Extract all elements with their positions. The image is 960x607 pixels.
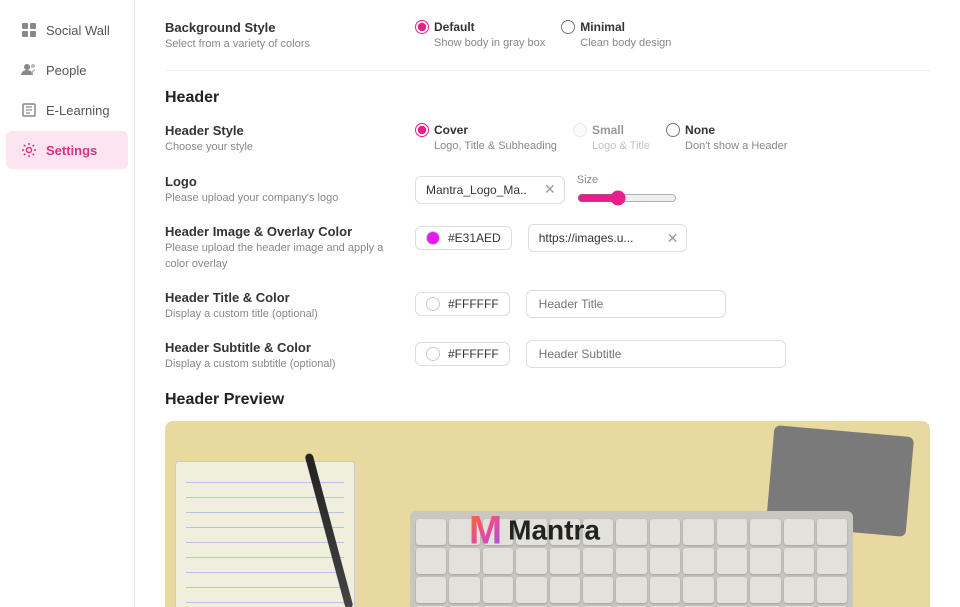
radio-cover-input[interactable] xyxy=(415,123,429,137)
sidebar-item-settings[interactable]: Settings xyxy=(6,131,128,169)
header-style-label-col: Header Style Choose your style xyxy=(165,123,395,155)
preview-logo-area: M Mantra xyxy=(469,508,600,553)
radio-small-input[interactable] xyxy=(573,123,587,137)
radio-none-desc: Don't show a Header xyxy=(666,140,787,152)
logo-row: Logo Please upload your company's logo ✕… xyxy=(165,174,930,206)
divider-1 xyxy=(165,70,930,71)
subtitle-color-text: #FFFFFF xyxy=(448,347,499,361)
radio-minimal-input[interactable] xyxy=(561,20,575,34)
logo-filename-input[interactable]: ✕ xyxy=(415,176,565,204)
header-preview-section: Header Preview xyxy=(165,391,930,607)
main-content: Background Style Select from a variety o… xyxy=(135,0,960,607)
header-image-label: Header Image & Overlay Color xyxy=(165,224,395,239)
radio-small[interactable]: Small Logo & Title xyxy=(573,123,650,152)
header-subtitle-label: Header Subtitle & Color xyxy=(165,340,395,355)
book-icon xyxy=(20,101,38,119)
subtitle-color-swatch xyxy=(426,347,440,361)
overlay-color-text: #E31AED xyxy=(448,231,501,245)
header-style-controls: Cover Logo, Title & Subheading Small Log… xyxy=(415,123,787,152)
radio-minimal-label: Minimal xyxy=(580,20,625,34)
header-title-controls: #FFFFFF xyxy=(415,290,726,318)
radio-none-label: None xyxy=(685,123,715,137)
overlay-color-swatch xyxy=(426,231,440,245)
radio-default-label: Default xyxy=(434,20,475,34)
sidebar-item-label: Social Wall xyxy=(46,23,110,38)
preview-logo-name: Mantra xyxy=(508,515,600,547)
subtitle-color-input[interactable]: #FFFFFF xyxy=(415,342,510,366)
radio-cover[interactable]: Cover Logo, Title & Subheading xyxy=(415,123,557,152)
radio-minimal-desc: Clean body design xyxy=(561,37,671,49)
radio-minimal[interactable]: Minimal Clean body design xyxy=(561,20,671,49)
header-image-url-wrap[interactable]: ✕ xyxy=(528,224,688,252)
sidebar-item-people[interactable]: People xyxy=(6,51,128,89)
radio-none-input[interactable] xyxy=(666,123,680,137)
header-image-url-field[interactable] xyxy=(529,225,659,251)
header-title-desc: Display a custom title (optional) xyxy=(165,307,395,322)
radio-default[interactable]: Default Show body in gray box xyxy=(415,20,545,49)
logo-desc: Please upload your company's logo xyxy=(165,191,395,206)
title-color-swatch xyxy=(426,297,440,311)
header-style-desc: Choose your style xyxy=(165,140,395,155)
header-section-title: Header xyxy=(165,89,930,107)
logo-size-control: Size xyxy=(577,174,677,206)
logo-controls: ✕ Size xyxy=(415,174,677,206)
header-image-row: Header Image & Overlay Color Please uplo… xyxy=(165,224,930,272)
overlay-color-input[interactable]: #E31AED xyxy=(415,226,512,250)
sidebar: Social Wall People E-Learning xyxy=(0,0,135,607)
header-title-input[interactable] xyxy=(526,290,726,318)
sidebar-item-social-wall[interactable]: Social Wall xyxy=(6,11,128,49)
radio-cover-desc: Logo, Title & Subheading xyxy=(415,140,557,152)
header-subtitle-controls: #FFFFFF xyxy=(415,340,786,368)
logo-filename-field[interactable] xyxy=(416,177,536,203)
header-image-desc: Please upload the header image and apply… xyxy=(165,241,395,272)
header-image-controls: #E31AED ✕ xyxy=(415,224,687,252)
header-title-row: Header Title & Color Display a custom ti… xyxy=(165,290,930,322)
header-image-label-col: Header Image & Overlay Color Please uplo… xyxy=(165,224,395,272)
radio-default-input[interactable] xyxy=(415,20,429,34)
preview-title: Header Preview xyxy=(165,391,930,409)
logo-remove-button[interactable]: ✕ xyxy=(536,177,564,202)
background-style-label-col: Background Style Select from a variety o… xyxy=(165,20,395,52)
gear-icon xyxy=(20,141,38,159)
title-color-input[interactable]: #FFFFFF xyxy=(415,292,510,316)
header-title-label-col: Header Title & Color Display a custom ti… xyxy=(165,290,395,322)
people-icon xyxy=(20,61,38,79)
background-style-label: Background Style xyxy=(165,20,395,35)
sidebar-item-label: E-Learning xyxy=(46,103,110,118)
radio-small-label: Small xyxy=(592,123,624,137)
background-style-row: Background Style Select from a variety o… xyxy=(165,20,930,52)
header-subtitle-row: Header Subtitle & Color Display a custom… xyxy=(165,340,930,372)
logo-label: Logo xyxy=(165,174,395,189)
sidebar-item-e-learning[interactable]: E-Learning xyxy=(6,91,128,129)
sidebar-item-label: People xyxy=(46,63,86,78)
grid-icon xyxy=(20,21,38,39)
radio-small-desc: Logo & Title xyxy=(573,140,650,152)
header-subtitle-label-col: Header Subtitle & Color Display a custom… xyxy=(165,340,395,372)
logo-label-col: Logo Please upload your company's logo xyxy=(165,174,395,206)
preview-image: M Mantra xyxy=(165,421,930,607)
title-color-text: #FFFFFF xyxy=(448,297,499,311)
header-subtitle-desc: Display a custom subtitle (optional) xyxy=(165,357,395,372)
background-style-controls: Default Show body in gray box Minimal Cl… xyxy=(415,20,671,49)
header-subtitle-input[interactable] xyxy=(526,340,786,368)
logo-size-slider[interactable] xyxy=(577,190,677,206)
header-style-label: Header Style xyxy=(165,123,395,138)
header-style-row: Header Style Choose your style Cover Log… xyxy=(165,123,930,155)
background-style-desc: Select from a variety of colors xyxy=(165,37,395,52)
radio-default-desc: Show body in gray box xyxy=(415,37,545,49)
sidebar-item-label: Settings xyxy=(46,143,97,158)
header-title-label: Header Title & Color xyxy=(165,290,395,305)
radio-cover-label: Cover xyxy=(434,123,468,137)
header-image-remove-button[interactable]: ✕ xyxy=(659,226,687,251)
preview-logo-letter: M xyxy=(469,508,502,553)
radio-none[interactable]: None Don't show a Header xyxy=(666,123,787,152)
size-label: Size xyxy=(577,174,677,186)
